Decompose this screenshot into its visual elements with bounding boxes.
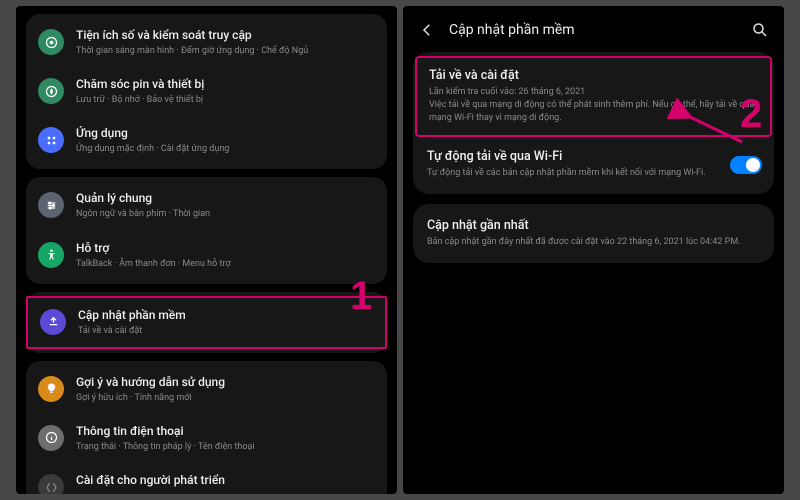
tips-icon xyxy=(38,376,64,402)
setting-item-apps[interactable]: Ứng dụng Ứng dụng mặc định · Cài đặt ứng… xyxy=(26,116,387,165)
item-sub: Gợi ý hữu ích · Tính năng mới xyxy=(76,392,375,404)
battery-icon xyxy=(38,78,64,104)
item-sub: Lần kiểm tra cuối vào: 26 tháng 6, 2021 … xyxy=(429,86,758,125)
item-title: Thông tin điện thoại xyxy=(76,424,375,439)
annotation-step-2: 2 xyxy=(740,92,762,137)
item-sub: TalkBack · Âm thanh đơn · Menu hỗ trợ xyxy=(76,258,375,270)
access-icon xyxy=(38,242,64,268)
item-title: Cập nhật gần nhất xyxy=(427,218,760,233)
setting-item-software-update[interactable]: Cập nhật phần mềm Tải về và cài đặt xyxy=(26,296,387,349)
item-title: Tiện ích số và kiểm soát truy cập xyxy=(76,28,375,43)
settings-group-2: Quản lý chung Ngôn ngữ và bàn phím · Thờ… xyxy=(26,177,387,283)
settings-group-3: Cập nhật phần mềm Tải về và cài đặt xyxy=(26,292,387,353)
wellbeing-icon xyxy=(38,29,64,55)
item-sub: Thời gian sáng màn hình · Đếm giờ ứng dụ… xyxy=(76,45,375,57)
auto-download-wifi[interactable]: Tự động tải về qua Wi-Fi Tự động tải về … xyxy=(413,137,774,192)
download-and-install[interactable]: Tải về và cài đặt Lần kiểm tra cuối vào:… xyxy=(415,56,772,137)
header: Cập nhật phần mềm xyxy=(413,14,774,52)
settings-group-1: Tiện ích số và kiểm soát truy cập Thời g… xyxy=(26,14,387,169)
settings-group-4: Gợi ý và hướng dẫn sử dụng Gợi ý hữu ích… xyxy=(26,361,387,494)
item-sub: Tải về và cài đặt xyxy=(78,325,373,337)
setting-item-developer[interactable]: Cài đặt cho người phát triển xyxy=(26,463,387,494)
item-title: Ứng dụng xyxy=(76,126,375,141)
setting-item-digital-wellbeing[interactable]: Tiện ích số và kiểm soát truy cập Thời g… xyxy=(26,18,387,67)
dev-icon xyxy=(38,474,64,494)
header-title: Cập nhật phần mềm xyxy=(449,22,738,38)
item-sub: Ứng dụng mặc định · Cài đặt ứng dụng xyxy=(76,143,375,155)
item-title: Hỗ trợ xyxy=(76,241,375,256)
item-title: Tự động tải về qua Wi-Fi xyxy=(427,149,722,164)
annotation-step-1: 1 xyxy=(350,274,372,319)
item-sub: Lưu trữ · Bộ nhớ · Bảo vệ thiết bị xyxy=(76,94,375,106)
item-title: Quản lý chung xyxy=(76,191,375,206)
about-icon xyxy=(38,425,64,451)
update-icon xyxy=(40,309,66,335)
search-button[interactable] xyxy=(750,20,770,40)
apps-icon xyxy=(38,127,64,153)
recent-update[interactable]: Cập nhật gần nhất Bản cập nhật gần đây n… xyxy=(413,206,774,261)
general-icon xyxy=(38,192,64,218)
setting-item-about-phone[interactable]: Thông tin điện thoại Trạng thái · Thông … xyxy=(26,414,387,463)
item-sub: Bản cập nhật gần đây nhất đã được cài đặ… xyxy=(427,236,760,249)
item-title: Tải về và cài đặt xyxy=(429,68,758,83)
item-sub: Tự động tải về các bản cập nhật phần mềm… xyxy=(427,167,722,180)
settings-screen-left: Tiện ích số và kiểm soát truy cập Thời g… xyxy=(16,6,397,494)
setting-item-device-care[interactable]: Chăm sóc pin và thiết bị Lưu trữ · Bộ nh… xyxy=(26,67,387,116)
wifi-auto-toggle[interactable] xyxy=(730,156,762,174)
item-title: Chăm sóc pin và thiết bị xyxy=(76,77,375,92)
item-sub: Trạng thái · Thông tin pháp lý · Tên điệ… xyxy=(76,441,375,453)
setting-item-general[interactable]: Quản lý chung Ngôn ngữ và bàn phím · Thờ… xyxy=(26,181,387,230)
item-title: Gợi ý và hướng dẫn sử dụng xyxy=(76,375,375,390)
setting-item-tips[interactable]: Gợi ý và hướng dẫn sử dụng Gợi ý hữu ích… xyxy=(26,365,387,414)
item-title: Cập nhật phần mềm xyxy=(78,308,373,323)
software-update-screen-right: Cập nhật phần mềm Tải về và cài đặt Lần … xyxy=(403,6,784,494)
setting-item-accessibility[interactable]: Hỗ trợ TalkBack · Âm thanh đơn · Menu hỗ… xyxy=(26,231,387,280)
item-title: Cài đặt cho người phát triển xyxy=(76,473,375,488)
recent-update-card: Cập nhật gần nhất Bản cập nhật gần đây n… xyxy=(413,204,774,263)
back-button[interactable] xyxy=(417,20,437,40)
item-sub: Ngôn ngữ và bàn phím · Thời gian xyxy=(76,208,375,220)
update-options-card: Tải về và cài đặt Lần kiểm tra cuối vào:… xyxy=(413,52,774,194)
